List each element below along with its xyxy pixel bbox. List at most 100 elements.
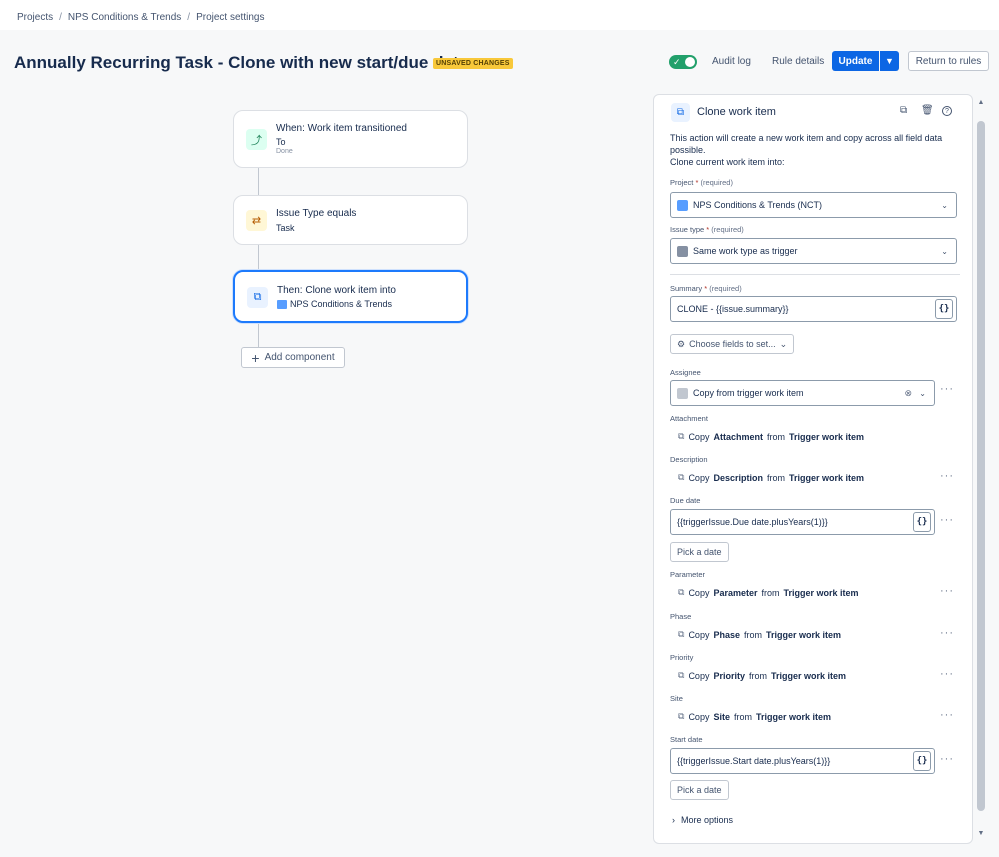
copy-icon: ⧉ — [678, 587, 685, 597]
panel-title: Clone work item — [697, 106, 776, 118]
top-bar: Projects / NPS Conditions & Trends / Pro… — [0, 0, 999, 30]
project-avatar-icon — [677, 199, 688, 211]
source-name: Trigger work item — [788, 472, 864, 483]
site-label: Site — [670, 694, 683, 703]
work-type-icon — [677, 245, 688, 257]
breadcrumb-separator: / — [59, 12, 62, 23]
trigger-title: When: Work item transitioned — [276, 123, 407, 134]
flow-connector — [258, 322, 259, 348]
smart-value-icon[interactable]: {} — [935, 299, 953, 319]
flow-connector — [258, 244, 259, 271]
more-options-toggle[interactable]: › More options — [672, 815, 733, 825]
required-mark: * — [695, 178, 699, 187]
scroll-up-icon[interactable]: ▲ — [976, 99, 986, 106]
unsaved-changes-badge: UNSAVED CHANGES — [433, 58, 513, 69]
summary-label-text: Summary — [670, 284, 703, 293]
required-text: (required) — [709, 284, 742, 293]
more-actions-icon[interactable]: ··· — [940, 668, 954, 680]
clone-icon: ⧉ — [247, 287, 268, 308]
summary-input[interactable]: CLONE - {{issue.summary}} {} — [670, 296, 957, 322]
source-name: Trigger work item — [783, 587, 859, 598]
parameter-label: Parameter — [670, 570, 706, 579]
breadcrumb-projects[interactable]: Projects — [17, 12, 53, 23]
rule-details-link[interactable]: Rule details — [772, 56, 824, 67]
assignee-value: Copy from trigger work item — [693, 388, 804, 398]
issue-type-select[interactable]: Same work type as trigger ⌄ — [670, 238, 957, 264]
breadcrumb-project[interactable]: NPS Conditions & Trends — [68, 12, 181, 23]
gear-icon: ⚙ — [677, 338, 686, 349]
source-name: Trigger work item — [765, 629, 842, 640]
choose-fields-label: Choose fields to set... — [689, 339, 776, 349]
breadcrumb-separator: / — [187, 12, 191, 23]
more-actions-icon[interactable]: ··· — [940, 514, 954, 526]
source-name: Trigger work item — [788, 431, 864, 442]
assignee-label: Assignee — [670, 368, 701, 377]
rule-enabled-toggle[interactable]: ✓ — [669, 55, 697, 69]
description-text: This action will create a new work item … — [670, 133, 943, 155]
choose-fields-button[interactable]: ⚙ Choose fields to set... ⌄ — [670, 334, 795, 354]
breadcrumb: Projects / NPS Conditions & Trends / Pro… — [17, 12, 264, 23]
summary-value: CLONE - {{issue.summary}} — [677, 304, 789, 314]
condition-title: Issue Type equals — [276, 208, 357, 219]
project-avatar-icon — [277, 299, 287, 309]
more-actions-icon[interactable]: ··· — [940, 383, 954, 395]
condition-card[interactable]: ⇄ Issue Type equals Task — [233, 195, 468, 245]
due-date-input[interactable]: {{triggerIssue.Due date.plusYears(1)}} {… — [670, 509, 935, 535]
smart-value-icon[interactable]: {} — [913, 512, 931, 532]
pick-due-date-button[interactable]: Pick a date — [670, 542, 729, 562]
add-component-button[interactable]: + Add component — [241, 347, 345, 368]
check-icon: ✓ — [673, 57, 681, 67]
required-mark: * — [704, 284, 708, 293]
parameter-copy: ⧉ Copy Parameter from Trigger work item — [678, 587, 859, 598]
from-text: from — [733, 711, 752, 722]
copy-icon: ⧉ — [678, 711, 685, 721]
copy-text: Copy — [688, 472, 710, 483]
field-name: Phase — [713, 629, 740, 640]
title-bar: Annually Recurring Task - Clone with new… — [0, 30, 999, 90]
action-project: NPS Conditions & Trends — [277, 299, 392, 309]
more-actions-icon[interactable]: ··· — [940, 709, 954, 721]
from-text: from — [743, 629, 762, 640]
project-select-value: NPS Conditions & Trends (NCT) — [693, 200, 823, 210]
source-name: Trigger work item — [755, 711, 831, 722]
required-text: (required) — [711, 225, 744, 234]
project-select[interactable]: NPS Conditions & Trends (NCT) ⌄ — [670, 192, 957, 218]
update-button[interactable]: Update — [832, 51, 879, 71]
scroll-down-icon[interactable]: ▼ — [976, 830, 986, 837]
delete-icon[interactable]: 🗑 — [921, 105, 934, 116]
breadcrumb-settings[interactable]: Project settings — [196, 12, 264, 23]
summary-label: Summary * (required) — [670, 284, 742, 293]
divider — [670, 274, 960, 275]
field-name: Priority — [713, 670, 745, 681]
more-actions-icon[interactable]: ··· — [940, 470, 954, 482]
assignee-select[interactable]: Copy from trigger work item ⊗ ⌄ — [670, 380, 935, 406]
trigger-card[interactable]: ⤴ When: Work item transitioned To Done — [233, 110, 468, 168]
description-label: Description — [670, 455, 708, 464]
start-date-label: Start date — [670, 735, 703, 744]
scrollbar-thumb[interactable] — [977, 121, 985, 811]
copy-icon: ⧉ — [678, 472, 685, 482]
return-to-rules-button[interactable]: Return to rules — [908, 51, 989, 71]
duplicate-icon[interactable]: ⧉ — [900, 105, 907, 116]
audit-log-link[interactable]: Audit log — [712, 56, 751, 67]
priority-copy: ⧉ Copy Priority from Trigger work item — [678, 670, 846, 681]
plus-icon: + — [251, 349, 260, 366]
help-icon[interactable]: ? — [942, 106, 952, 116]
more-actions-icon[interactable]: ··· — [940, 627, 954, 639]
due-date-value: {{triggerIssue.Due date.plusYears(1)}} — [677, 517, 828, 527]
start-date-input[interactable]: {{triggerIssue.Start date.plusYears(1)}}… — [670, 748, 935, 774]
clear-icon[interactable]: ⊗ — [904, 388, 912, 399]
chevron-down-icon: ▼ — [885, 56, 894, 66]
action-card[interactable]: ⧉ Then: Clone work item into NPS Conditi… — [233, 270, 468, 323]
more-actions-icon[interactable]: ··· — [940, 753, 954, 765]
panel-scrollbar[interactable]: ▲ ▼ — [976, 97, 986, 842]
chevron-down-icon: ⌄ — [919, 388, 926, 398]
smart-value-icon[interactable]: {} — [913, 751, 931, 771]
page-title: Annually Recurring Task - Clone with new… — [14, 53, 478, 72]
pick-start-date-button[interactable]: Pick a date — [670, 780, 729, 800]
update-dropdown-button[interactable]: ▼ — [880, 51, 899, 71]
chevron-right-icon: › — [672, 815, 675, 825]
issue-type-value: Same work type as trigger — [693, 246, 798, 256]
more-actions-icon[interactable]: ··· — [940, 585, 954, 597]
trigger-to-label: To — [276, 137, 286, 147]
